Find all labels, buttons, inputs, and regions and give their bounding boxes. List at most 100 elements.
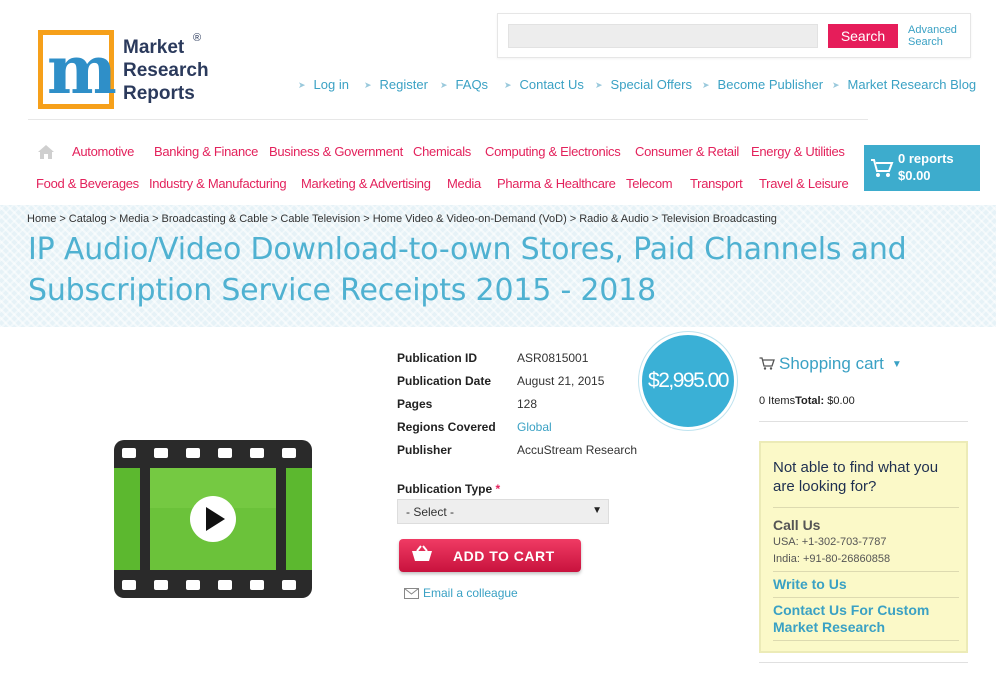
category-energy-utilities[interactable]: Energy & Utilities <box>751 144 845 159</box>
nav-arrow-icon: ➤ <box>298 80 306 90</box>
email-colleague-link[interactable]: Email a colleague <box>404 586 518 600</box>
shopping-cart-summary: 0 ItemsTotal: $0.00 <box>759 395 855 407</box>
product-video-icon <box>114 440 312 598</box>
nav-register[interactable]: ➤ Register <box>364 77 428 92</box>
nav-register-label: Register <box>379 77 428 92</box>
breadcrumb-separator: > <box>651 213 659 225</box>
category-automotive[interactable]: Automotive <box>72 144 134 159</box>
publication-type-label: Publication Type * <box>397 482 500 496</box>
breadcrumb-separator: > <box>569 213 577 225</box>
category-transport[interactable]: Transport <box>690 176 743 191</box>
logo-registered-mark: ® <box>193 32 202 44</box>
help-divider <box>773 597 959 598</box>
detail-label: Publisher <box>397 443 452 457</box>
detail-value: August 21, 2015 <box>517 374 605 388</box>
nav-login-label: Log in <box>313 77 349 92</box>
call-us-heading: Call Us <box>773 517 821 533</box>
breadcrumb-home[interactable]: Home <box>27 213 56 225</box>
header-divider <box>28 119 868 120</box>
nav-contact-label: Contact Us <box>519 77 584 92</box>
category-consumer-retail[interactable]: Consumer & Retail <box>635 144 739 159</box>
breadcrumb-cable-tv[interactable]: Cable Television <box>280 213 360 225</box>
add-to-cart-label: ADD TO CART <box>453 548 555 564</box>
category-business-government[interactable]: Business & Government <box>269 144 403 159</box>
breadcrumb-broadcasting[interactable]: Broadcasting & Cable <box>162 213 268 225</box>
site-logo[interactable]: m Market Research Reports ® <box>38 30 218 112</box>
shopping-cart-title: Shopping cart <box>779 354 884 373</box>
detail-value: ASR0815001 <box>517 351 589 365</box>
category-telecom[interactable]: Telecom <box>626 176 673 191</box>
write-to-us-link[interactable]: Write to Us <box>773 576 963 593</box>
cart-total: $0.00 <box>898 168 931 183</box>
page-title-line1: IP Audio/Video Download-to-own Stores, P… <box>28 232 907 267</box>
advanced-search-line1: Advanced <box>908 24 957 36</box>
breadcrumb-tv-broadcasting[interactable]: Television Broadcasting <box>661 213 777 225</box>
breadcrumb-catalog[interactable]: Catalog <box>69 213 107 225</box>
search-input[interactable] <box>508 24 818 48</box>
publication-type-select[interactable]: - Select - ▼ <box>397 499 609 524</box>
detail-value: AccuStream Research <box>517 443 638 457</box>
help-box: Not able to find what you are looking fo… <box>759 441 968 653</box>
breadcrumb-separator: > <box>270 213 278 225</box>
header-cart[interactable]: 0 reports $0.00 <box>864 145 980 191</box>
help-divider <box>773 571 959 572</box>
shopping-cart-heading[interactable]: Shopping cart ▼ <box>759 354 902 374</box>
envelope-icon <box>404 588 419 599</box>
category-marketing-advertising[interactable]: Marketing & Advertising <box>301 176 431 191</box>
nav-faqs[interactable]: ➤ FAQs <box>440 77 488 92</box>
cart-icon <box>871 159 894 177</box>
detail-value: 128 <box>517 397 538 411</box>
help-divider <box>773 507 959 508</box>
nav-blog[interactable]: ➤ Market Research Blog <box>832 77 976 92</box>
logo-m-glyph: m <box>47 31 117 109</box>
category-chemicals[interactable]: Chemicals <box>413 144 471 159</box>
phone-india: India: +91-80-26860858 <box>773 553 891 565</box>
category-banking-finance[interactable]: Banking & Finance <box>154 144 258 159</box>
breadcrumb-home-video[interactable]: Home Video & Video-on-Demand (VoD) <box>373 213 567 225</box>
sidebar-divider <box>759 421 968 422</box>
page: m Market Research Reports ® Search Advan… <box>0 0 996 697</box>
chevron-down-icon: ▼ <box>891 359 902 370</box>
breadcrumb: Home > Catalog > Media > Broadcasting & Cable >… <box>27 213 777 225</box>
cart-report-count: 0 reports <box>898 151 954 166</box>
sidebar-bottom-divider <box>759 662 968 663</box>
home-icon[interactable] <box>37 144 55 160</box>
nav-special-offers[interactable]: ➤ Special Offers <box>595 77 692 92</box>
breadcrumb-radio-audio[interactable]: Radio & Audio <box>579 213 649 225</box>
nav-contact-us[interactable]: ➤ Contact Us <box>504 77 584 92</box>
category-travel-leisure[interactable]: Travel & Leisure <box>759 176 849 191</box>
title-banner: Home > Catalog > Media > Broadcasting & Cable >… <box>0 205 996 327</box>
nav-login[interactable]: ➤ Log in <box>298 77 349 92</box>
nav-arrow-icon: ➤ <box>440 80 448 90</box>
category-industry-manufacturing[interactable]: Industry & Manufacturing <box>149 176 287 191</box>
category-pharma-healthcare[interactable]: Pharma & Healthcare <box>497 176 616 191</box>
breadcrumb-media[interactable]: Media <box>119 213 149 225</box>
publication-type-text: Publication Type <box>397 482 493 496</box>
dropdown-arrow-icon: ▼ <box>592 505 602 516</box>
nav-blog-label: Market Research Blog <box>847 77 977 92</box>
search-panel: Search Advanced Search <box>497 13 971 58</box>
nav-arrow-icon: ➤ <box>702 80 710 90</box>
nav-publisher-label: Become Publisher <box>717 77 824 92</box>
category-media[interactable]: Media <box>447 176 481 191</box>
nav-become-publisher[interactable]: ➤ Become Publisher <box>702 77 823 92</box>
cart-icon <box>759 357 775 370</box>
search-button[interactable]: Search <box>828 24 898 48</box>
help-divider <box>773 640 959 641</box>
breadcrumb-separator: > <box>59 213 66 225</box>
add-to-cart-button[interactable]: ADD TO CART <box>399 539 581 572</box>
region-link[interactable]: Global <box>517 420 552 434</box>
cart-total-value: $0.00 <box>824 395 855 407</box>
detail-label: Publication ID <box>397 351 478 365</box>
advanced-search-link[interactable]: Advanced Search <box>908 24 968 48</box>
detail-label: Publication Date <box>397 374 492 388</box>
logo-wordmark: Market Research Reports <box>123 36 209 105</box>
custom-research-link[interactable]: Contact Us For Custom Market Research <box>773 602 963 636</box>
nav-arrow-icon: ➤ <box>595 80 603 90</box>
category-computing-electronics[interactable]: Computing & Electronics <box>485 144 621 159</box>
cart-items-count: 0 Items <box>759 395 796 407</box>
category-food-beverages[interactable]: Food & Beverages <box>36 176 139 191</box>
logo-line3: Reports <box>123 83 195 104</box>
publication-type-selected: - Select - <box>406 505 455 519</box>
detail-label: Pages <box>397 397 433 411</box>
